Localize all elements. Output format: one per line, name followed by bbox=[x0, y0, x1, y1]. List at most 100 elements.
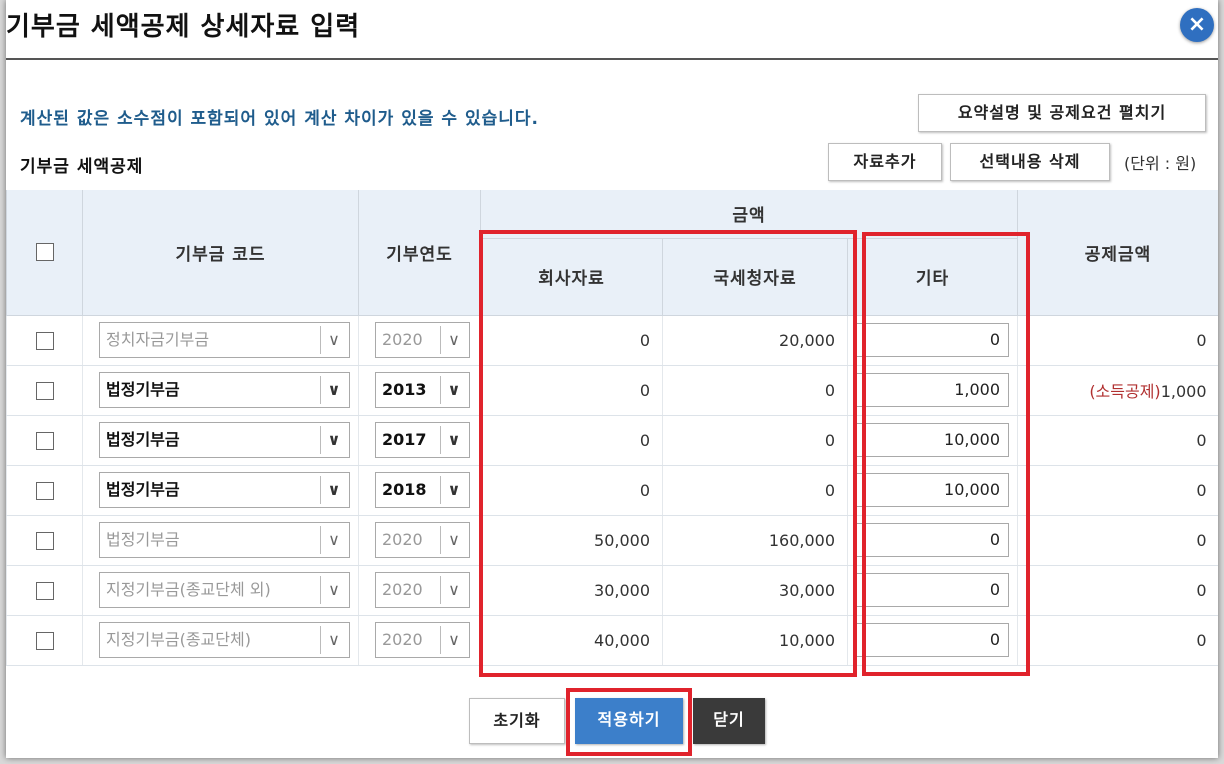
row-checkbox[interactable] bbox=[35, 381, 54, 400]
chevron-down-icon: ∨ bbox=[440, 626, 467, 654]
code-select[interactable]: 법정기부금 ∨ bbox=[99, 372, 350, 408]
deduction-cell: 0 bbox=[1017, 465, 1218, 516]
close-button[interactable]: 닫기 bbox=[693, 698, 765, 744]
header-select-all bbox=[6, 190, 83, 316]
year-select[interactable]: 2017 ∨ bbox=[375, 422, 470, 458]
delete-selected-button[interactable]: 선택내용 삭제 bbox=[950, 143, 1110, 181]
code-cell: 정치자금기부금 ∨ bbox=[82, 315, 359, 366]
other-amount-input[interactable]: 0 bbox=[856, 573, 1009, 607]
nts-amount: 0 bbox=[662, 465, 848, 516]
chevron-down-icon: ∨ bbox=[440, 426, 467, 454]
deduction-amount: 0 bbox=[1196, 330, 1207, 350]
unit-label: (단위 : 원) bbox=[1124, 154, 1197, 173]
other-cell: 1,000 bbox=[847, 365, 1018, 416]
code-select[interactable]: 법정기부금 ∨ bbox=[99, 422, 350, 458]
summary-expand-button[interactable]: 요약설명 및 공제요건 펼치기 bbox=[918, 94, 1206, 132]
header-nts: 국세청자료 bbox=[662, 238, 848, 316]
code-value: 법정기부금 bbox=[106, 480, 180, 499]
code-cell: 지정기부금(종교단체 외) ∨ bbox=[82, 565, 359, 616]
chevron-down-icon: ∨ bbox=[320, 376, 347, 404]
company-amount: 30,000 bbox=[480, 565, 663, 616]
year-select[interactable]: 2020 ∨ bbox=[375, 322, 470, 358]
row-checkbox[interactable] bbox=[35, 331, 54, 350]
year-select[interactable]: 2020 ∨ bbox=[375, 572, 470, 608]
chevron-down-icon: ∨ bbox=[320, 426, 347, 454]
deduction-amount: 0 bbox=[1196, 430, 1207, 450]
other-amount-input[interactable]: 10,000 bbox=[856, 473, 1009, 507]
row-checkbox[interactable] bbox=[35, 531, 54, 550]
deduction-amount: 1,000 bbox=[1160, 382, 1207, 401]
calc-notice: 계산된 값은 소수점이 포함되어 있어 계산 차이가 있을 수 있습니다. bbox=[20, 109, 540, 129]
year-select[interactable]: 2018 ∨ bbox=[375, 472, 470, 508]
chevron-down-icon: ∨ bbox=[440, 576, 467, 604]
deduction-amount: 0 bbox=[1196, 630, 1207, 650]
other-amount-input[interactable]: 0 bbox=[856, 523, 1009, 557]
header-deduction: 공제금액 bbox=[1017, 190, 1218, 316]
year-cell: 2013 ∨ bbox=[358, 365, 481, 416]
table-row: 법정기부금 ∨ 2013 ∨ 0 0 1,000 (소득공제)1,000 bbox=[6, 365, 1218, 416]
year-cell: 2020 ∨ bbox=[358, 565, 481, 616]
row-checkbox[interactable] bbox=[35, 631, 54, 650]
code-cell: 법정기부금 ∨ bbox=[82, 415, 359, 466]
deduction-amount: 0 bbox=[1196, 530, 1207, 550]
row-checkbox[interactable] bbox=[35, 431, 54, 450]
code-select[interactable]: 법정기부금 ∨ bbox=[99, 472, 350, 508]
nts-amount: 20,000 bbox=[662, 315, 848, 366]
other-cell: 0 bbox=[847, 315, 1018, 366]
other-amount-input[interactable]: 1,000 bbox=[856, 373, 1009, 407]
close-icon[interactable]: × bbox=[1180, 8, 1214, 42]
chevron-down-icon: ∨ bbox=[320, 476, 347, 504]
code-select[interactable]: 지정기부금(종교단체 외) ∨ bbox=[99, 572, 350, 608]
row-select-cell bbox=[6, 415, 83, 466]
other-cell: 10,000 bbox=[847, 465, 1018, 516]
year-cell: 2020 ∨ bbox=[358, 515, 481, 566]
nts-amount: 160,000 bbox=[662, 515, 848, 566]
year-select[interactable]: 2020 ∨ bbox=[375, 622, 470, 658]
deduction-cell: 0 bbox=[1017, 615, 1218, 666]
row-checkbox[interactable] bbox=[35, 481, 54, 500]
table-row: 지정기부금(종교단체 외) ∨ 2020 ∨ 30,000 30,000 0 0 bbox=[6, 565, 1218, 616]
year-select[interactable]: 2020 ∨ bbox=[375, 522, 470, 558]
header-amount: 금액 bbox=[480, 190, 1018, 239]
deduction-amount: 0 bbox=[1196, 480, 1207, 500]
company-amount: 0 bbox=[480, 415, 663, 466]
header-company: 회사자료 bbox=[480, 238, 663, 316]
row-select-cell bbox=[6, 315, 83, 366]
nts-amount: 10,000 bbox=[662, 615, 848, 666]
reset-button[interactable]: 초기화 bbox=[469, 698, 565, 744]
select-all-checkbox[interactable] bbox=[35, 243, 54, 262]
code-value: 지정기부금(종교단체 외) bbox=[106, 580, 271, 599]
year-value: 2013 bbox=[382, 380, 427, 399]
company-amount: 0 bbox=[480, 315, 663, 366]
chevron-down-icon: ∨ bbox=[320, 576, 347, 604]
deduction-type-label: (소득공제) bbox=[1089, 382, 1161, 401]
deduction-cell: 0 bbox=[1017, 415, 1218, 466]
apply-button[interactable]: 적용하기 bbox=[575, 698, 683, 744]
add-data-button[interactable]: 자료추가 bbox=[828, 143, 942, 181]
year-value: 2020 bbox=[382, 530, 423, 549]
other-cell: 10,000 bbox=[847, 415, 1018, 466]
chevron-down-icon: ∨ bbox=[440, 376, 467, 404]
section-title: 기부금 세액공제 bbox=[20, 157, 144, 177]
year-cell: 2017 ∨ bbox=[358, 415, 481, 466]
other-amount-input[interactable]: 0 bbox=[856, 623, 1009, 657]
deduction-cell: 0 bbox=[1017, 315, 1218, 366]
code-cell: 법정기부금 ∨ bbox=[82, 465, 359, 516]
donation-table: 기부금 코드 기부연도 금액 공제금액 회사자료 국세청자료 기타 정치자금기부… bbox=[6, 190, 1218, 666]
code-cell: 법정기부금 ∨ bbox=[82, 365, 359, 416]
other-amount-input[interactable]: 0 bbox=[856, 323, 1009, 357]
table-row: 지정기부금(종교단체) ∨ 2020 ∨ 40,000 10,000 0 0 bbox=[6, 615, 1218, 666]
table-row: 법정기부금 ∨ 2018 ∨ 0 0 10,000 0 bbox=[6, 465, 1218, 516]
code-select[interactable]: 법정기부금 ∨ bbox=[99, 522, 350, 558]
table-row: 법정기부금 ∨ 2017 ∨ 0 0 10,000 0 bbox=[6, 415, 1218, 466]
year-select[interactable]: 2013 ∨ bbox=[375, 372, 470, 408]
chevron-down-icon: ∨ bbox=[320, 626, 347, 654]
code-value: 정치자금기부금 bbox=[106, 330, 210, 349]
deduction-cell: (소득공제)1,000 bbox=[1017, 365, 1218, 416]
code-select[interactable]: 지정기부금(종교단체) ∨ bbox=[99, 622, 350, 658]
code-select[interactable]: 정치자금기부금 ∨ bbox=[99, 322, 350, 358]
row-select-cell bbox=[6, 365, 83, 416]
row-checkbox[interactable] bbox=[35, 581, 54, 600]
other-amount-input[interactable]: 10,000 bbox=[856, 423, 1009, 457]
nts-amount: 0 bbox=[662, 365, 848, 416]
